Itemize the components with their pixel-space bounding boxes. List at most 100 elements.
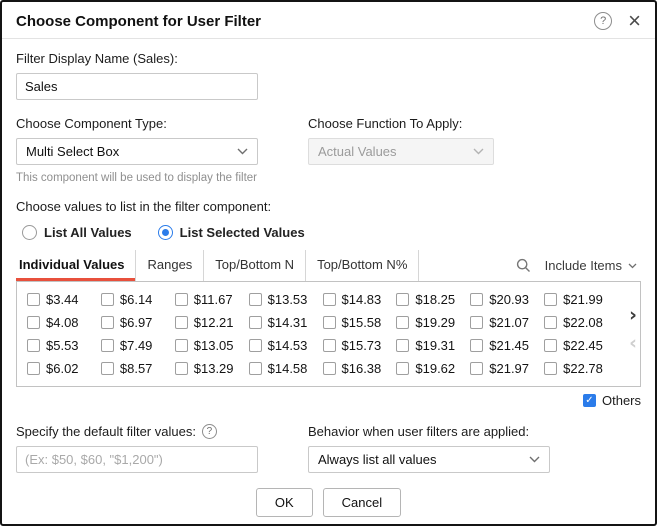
dialog-title: Choose Component for User Filter — [16, 13, 261, 30]
radio-selected-icon[interactable] — [158, 225, 173, 240]
value-item[interactable]: $19.29 — [396, 311, 470, 334]
chevron-down-icon — [628, 263, 637, 269]
others-checkbox[interactable]: ✓ — [583, 394, 596, 407]
value-checkbox[interactable] — [544, 339, 557, 352]
component-type-helper-text: This component will be used to display t… — [16, 172, 308, 184]
value-item[interactable]: $22.45 — [544, 334, 618, 357]
value-checkbox[interactable] — [323, 362, 336, 375]
values-grid-box: $3.44$6.14$11.67$13.53$14.83$18.25$20.93… — [16, 281, 641, 387]
value-checkbox[interactable] — [175, 316, 188, 329]
value-checkbox[interactable] — [470, 339, 483, 352]
display-name-field: Filter Display Name (Sales): — [16, 51, 641, 100]
function-select: Actual Values — [308, 138, 494, 165]
value-checkbox[interactable] — [470, 293, 483, 306]
value-item[interactable]: $19.31 — [396, 334, 470, 357]
value-item[interactable]: $6.97 — [101, 311, 175, 334]
scroll-next-icon[interactable]: › — [629, 306, 637, 325]
value-item[interactable]: $14.83 — [323, 288, 397, 311]
value-item[interactable]: $16.38 — [323, 357, 397, 380]
value-item[interactable]: $5.53 — [27, 334, 101, 357]
value-checkbox[interactable] — [470, 362, 483, 375]
value-item[interactable]: $7.49 — [101, 334, 175, 357]
value-item[interactable]: $4.08 — [27, 311, 101, 334]
value-label: $7.49 — [120, 338, 153, 353]
values-grid: $3.44$6.14$11.67$13.53$14.83$18.25$20.93… — [27, 288, 618, 380]
value-item[interactable]: $3.44 — [27, 288, 101, 311]
value-checkbox[interactable] — [101, 362, 114, 375]
value-checkbox[interactable] — [27, 362, 40, 375]
value-item[interactable]: $22.08 — [544, 311, 618, 334]
include-items-dropdown[interactable]: Include Items — [545, 258, 637, 273]
value-label: $14.31 — [268, 315, 308, 330]
tab-ranges[interactable]: Ranges — [136, 250, 204, 281]
value-checkbox[interactable] — [544, 293, 557, 306]
value-item[interactable]: $13.53 — [249, 288, 323, 311]
radio-label: List All Values — [44, 225, 132, 240]
value-item[interactable]: $8.57 — [101, 357, 175, 380]
tab-top-bottom-n[interactable]: Top/Bottom N — [204, 250, 306, 281]
radio-unselected-icon[interactable] — [22, 225, 37, 240]
component-type-select[interactable]: Multi Select Box — [16, 138, 258, 165]
value-item[interactable]: $19.62 — [396, 357, 470, 380]
value-checkbox[interactable] — [27, 316, 40, 329]
value-checkbox[interactable] — [27, 339, 40, 352]
value-item[interactable]: $21.99 — [544, 288, 618, 311]
tab-top-bottom-n-[interactable]: Top/Bottom N% — [306, 250, 419, 281]
cancel-button[interactable]: Cancel — [323, 488, 401, 517]
function-label: Choose Function To Apply: — [308, 116, 641, 131]
value-checkbox[interactable] — [249, 339, 262, 352]
value-item[interactable]: $20.93 — [470, 288, 544, 311]
value-checkbox[interactable] — [323, 293, 336, 306]
value-item[interactable]: $6.14 — [101, 288, 175, 311]
function-field: Choose Function To Apply: Actual Values — [308, 116, 641, 184]
value-item[interactable]: $21.07 — [470, 311, 544, 334]
help-icon[interactable]: ? — [594, 12, 612, 30]
value-checkbox[interactable] — [396, 339, 409, 352]
close-icon[interactable]: × — [628, 13, 641, 29]
value-checkbox[interactable] — [396, 362, 409, 375]
default-values-input[interactable] — [16, 446, 258, 473]
value-checkbox[interactable] — [544, 362, 557, 375]
value-item[interactable]: $18.25 — [396, 288, 470, 311]
value-item[interactable]: $12.21 — [175, 311, 249, 334]
radio-list-selected-values[interactable]: List Selected Values — [158, 225, 305, 240]
value-checkbox[interactable] — [27, 293, 40, 306]
help-icon[interactable]: ? — [202, 424, 217, 439]
value-checkbox[interactable] — [249, 293, 262, 306]
value-checkbox[interactable] — [249, 316, 262, 329]
value-checkbox[interactable] — [544, 316, 557, 329]
display-name-input[interactable] — [16, 73, 258, 100]
value-checkbox[interactable] — [396, 293, 409, 306]
value-item[interactable]: $13.05 — [175, 334, 249, 357]
value-checkbox[interactable] — [323, 339, 336, 352]
tab-individual-values[interactable]: Individual Values — [16, 250, 136, 281]
value-item[interactable]: $15.73 — [323, 334, 397, 357]
value-checkbox[interactable] — [175, 362, 188, 375]
value-item[interactable]: $6.02 — [27, 357, 101, 380]
value-item[interactable]: $21.45 — [470, 334, 544, 357]
ok-button[interactable]: OK — [256, 488, 313, 517]
value-item[interactable]: $15.58 — [323, 311, 397, 334]
value-item[interactable]: $21.97 — [470, 357, 544, 380]
radio-group: List All Values List Selected Values — [22, 225, 641, 240]
radio-list-all-values[interactable]: List All Values — [22, 225, 132, 240]
value-item[interactable]: $14.31 — [249, 311, 323, 334]
value-checkbox[interactable] — [175, 339, 188, 352]
value-checkbox[interactable] — [101, 293, 114, 306]
value-item[interactable]: $14.58 — [249, 357, 323, 380]
behavior-select[interactable]: Always list all values — [308, 446, 550, 473]
value-item[interactable]: $22.78 — [544, 357, 618, 380]
value-item[interactable]: $11.67 — [175, 288, 249, 311]
value-label: $21.45 — [489, 338, 529, 353]
value-label: $12.21 — [194, 315, 234, 330]
value-item[interactable]: $13.29 — [175, 357, 249, 380]
search-icon[interactable] — [516, 258, 531, 273]
value-checkbox[interactable] — [101, 316, 114, 329]
value-checkbox[interactable] — [175, 293, 188, 306]
value-checkbox[interactable] — [323, 316, 336, 329]
value-checkbox[interactable] — [101, 339, 114, 352]
value-checkbox[interactable] — [470, 316, 483, 329]
value-checkbox[interactable] — [249, 362, 262, 375]
value-checkbox[interactable] — [396, 316, 409, 329]
value-item[interactable]: $14.53 — [249, 334, 323, 357]
